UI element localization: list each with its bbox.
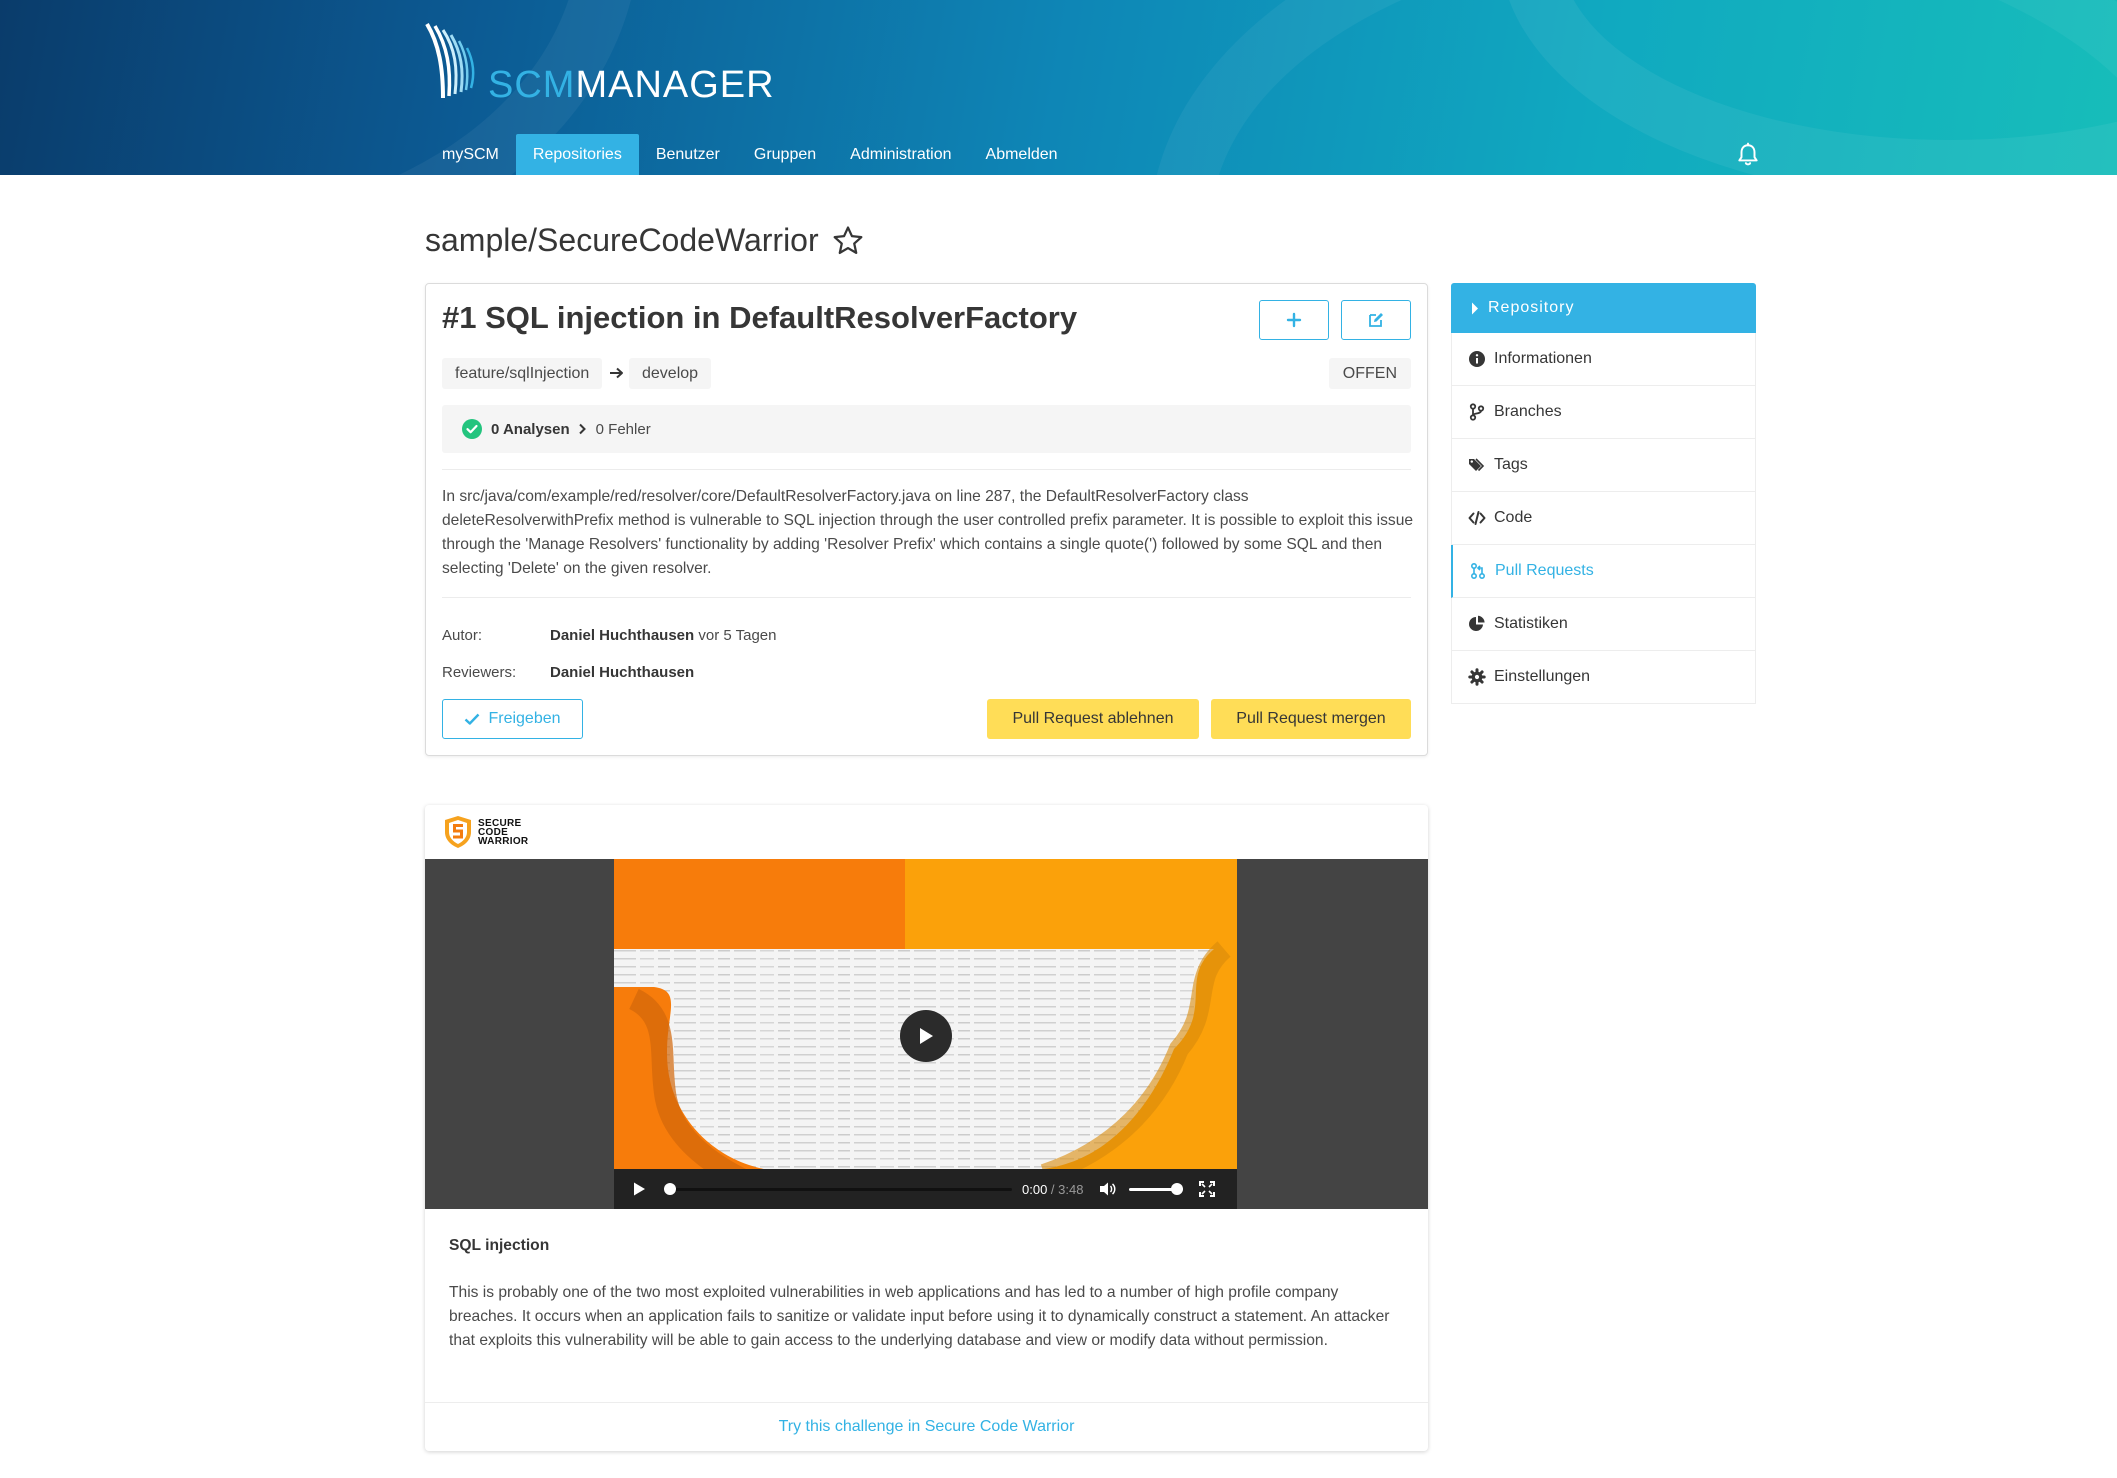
author-label: Autor: — [442, 627, 483, 644]
fullscreen-icon[interactable] — [1199, 1181, 1216, 1197]
scw-logo-text: SECURE CODE WARRIOR — [478, 818, 529, 847]
nav-gruppen[interactable]: Gruppen — [737, 134, 833, 175]
try-challenge-link[interactable]: Try this challenge in Secure Code Warrio… — [779, 1418, 1075, 1436]
pull-request-details: #1 SQL injection in DefaultResolverFacto… — [425, 283, 1428, 756]
pull-request-title: #1 SQL injection in DefaultResolverFacto… — [442, 300, 1078, 335]
nav-abmelden[interactable]: Abmelden — [969, 134, 1075, 175]
plus-icon — [1286, 312, 1302, 328]
reject-pull-request-button[interactable]: Pull Request ablehnen — [987, 699, 1199, 739]
seek-track — [664, 1188, 1012, 1191]
pull-request-icon — [1470, 562, 1486, 580]
arrow-right-icon — [610, 367, 623, 379]
analysis-errors: 0 Fehler — [595, 420, 651, 438]
logo-wings-icon — [425, 22, 475, 99]
repository-sidebar: Repository Informationen Branches Tags C… — [1451, 283, 1756, 704]
nav-myscm[interactable]: mySCM — [425, 134, 516, 175]
merge-pull-request-button[interactable]: Pull Request mergen — [1211, 699, 1411, 739]
sidebar-item-code[interactable]: Code — [1451, 492, 1756, 545]
add-button[interactable] — [1259, 300, 1329, 340]
seek-thumb[interactable] — [664, 1183, 676, 1195]
reviewers-value: Daniel Huchthausen — [550, 664, 694, 681]
video-duration: 3:48 — [1058, 1181, 1084, 1197]
sidebar-item-label: Branches — [1494, 403, 1562, 420]
play-icon — [920, 1028, 933, 1044]
sidebar-item-label: Tags — [1494, 456, 1528, 473]
video-time: 0:00 / 3:48 — [1022, 1181, 1084, 1197]
video-current-time: 0:00 — [1022, 1181, 1048, 1197]
nav-benutzer[interactable]: Benutzer — [639, 134, 737, 175]
author-time: vor 5 Tagen — [694, 627, 777, 644]
sidebar-item-einstellungen[interactable]: Einstellungen — [1451, 651, 1756, 704]
edit-button[interactable] — [1341, 300, 1411, 340]
star-icon[interactable] — [831, 224, 865, 258]
analysis-summary[interactable]: 0 Analysen 0 Fehler — [442, 405, 1411, 453]
scw-footer: Try this challenge in Secure Code Warrio… — [425, 1402, 1428, 1451]
video-seek-bar[interactable] — [664, 1182, 1012, 1196]
volume-thumb[interactable] — [1171, 1183, 1184, 1195]
nav-administration[interactable]: Administration — [833, 134, 968, 175]
shield-logo-icon — [445, 816, 471, 848]
sidebar-heading[interactable]: Repository — [1451, 283, 1756, 333]
tags-icon — [1469, 458, 1485, 472]
reviewer-name: Daniel Huchthausen — [550, 664, 695, 681]
sidebar-item-branches[interactable]: Branches — [1451, 386, 1756, 439]
scw-heading: SQL injection — [449, 1237, 550, 1254]
secure-code-warrior-logo: SECURE CODE WARRIOR — [443, 805, 528, 859]
sidebar-item-label: Informationen — [1494, 350, 1592, 367]
cog-icon — [1468, 668, 1486, 686]
repository-name: sample/SecureCodeWarrior — [425, 222, 819, 258]
video-player[interactable]: 0:00 / 3:48 — [425, 859, 1428, 1209]
code-icon — [1468, 511, 1486, 525]
info-circle-icon — [1469, 351, 1485, 367]
chart-pie-icon — [1469, 615, 1485, 631]
check-icon — [465, 713, 480, 725]
sidebar-item-label: Statistiken — [1494, 615, 1568, 632]
logo-scm-text: SCM — [488, 64, 576, 106]
pull-request-description: In src/java/com/example/red/resolver/cor… — [442, 488, 1414, 577]
sidebar-item-tags[interactable]: Tags — [1451, 439, 1756, 492]
main-navigation: mySCM Repositories Benutzer Gruppen Admi… — [425, 134, 1075, 175]
repository-title: sample/SecureCodeWarrior — [425, 222, 865, 259]
scm-manager-logo[interactable]: SCMMANAGER — [425, 22, 774, 106]
code-branch-icon — [1469, 403, 1485, 421]
check-circle-icon — [462, 419, 482, 439]
scw-description: This is probably one of the two most exp… — [449, 1284, 1390, 1349]
divider — [442, 469, 1411, 470]
target-branch-tag[interactable]: develop — [629, 358, 712, 389]
chevron-right-icon — [578, 423, 586, 435]
logo-manager-text: MANAGER — [575, 64, 775, 106]
author-name: Daniel Huchthausen — [550, 627, 695, 644]
video-controls: 0:00 / 3:48 — [614, 1169, 1237, 1209]
play-icon[interactable] — [632, 1181, 646, 1197]
play-overlay-button[interactable] — [900, 1010, 952, 1062]
reviewers-label: Reviewers: — [442, 664, 517, 681]
scw-logo-line: WARRIOR — [478, 835, 529, 847]
reject-label: Pull Request ablehnen — [1012, 710, 1174, 727]
video-frame[interactable]: 0:00 / 3:48 — [614, 859, 1237, 1209]
sidebar-heading-label: Repository — [1488, 299, 1575, 316]
edit-icon — [1369, 313, 1383, 327]
approve-label: Freigeben — [488, 710, 561, 727]
sidebar-item-pull-requests[interactable]: Pull Requests — [1451, 545, 1756, 598]
sidebar-item-statistiken[interactable]: Statistiken — [1451, 598, 1756, 651]
approve-button[interactable]: Freigeben — [442, 699, 583, 739]
author-value: Daniel Huchthausen vor 5 Tagen — [550, 627, 776, 644]
page-header: SCMMANAGER mySCM Repositories Benutzer G… — [0, 0, 2117, 175]
status-badge: OFFEN — [1328, 358, 1411, 389]
sidebar-item-label: Pull Requests — [1495, 562, 1594, 579]
sidebar-item-label: Einstellungen — [1494, 668, 1591, 685]
secure-code-warrior-card: SECURE CODE WARRIOR 0:00 / 3:48 SQL inje… — [425, 805, 1428, 1451]
sidebar-item-label: Code — [1494, 509, 1533, 526]
sidebar-item-informationen[interactable]: Informationen — [1451, 333, 1756, 386]
logo-wordmark: SCMMANAGER — [488, 64, 775, 107]
caret-right-icon — [1472, 302, 1478, 314]
volume-slider[interactable] — [1129, 1182, 1184, 1196]
nav-repositories[interactable]: Repositories — [515, 134, 639, 175]
analysis-count: 0 Analysen — [491, 420, 570, 438]
merge-label: Pull Request mergen — [1236, 710, 1386, 727]
source-branch-tag[interactable]: feature/sqlInjection — [442, 358, 603, 389]
divider — [442, 597, 1411, 598]
volume-icon[interactable] — [1099, 1181, 1117, 1197]
bell-icon[interactable] — [1735, 142, 1761, 168]
